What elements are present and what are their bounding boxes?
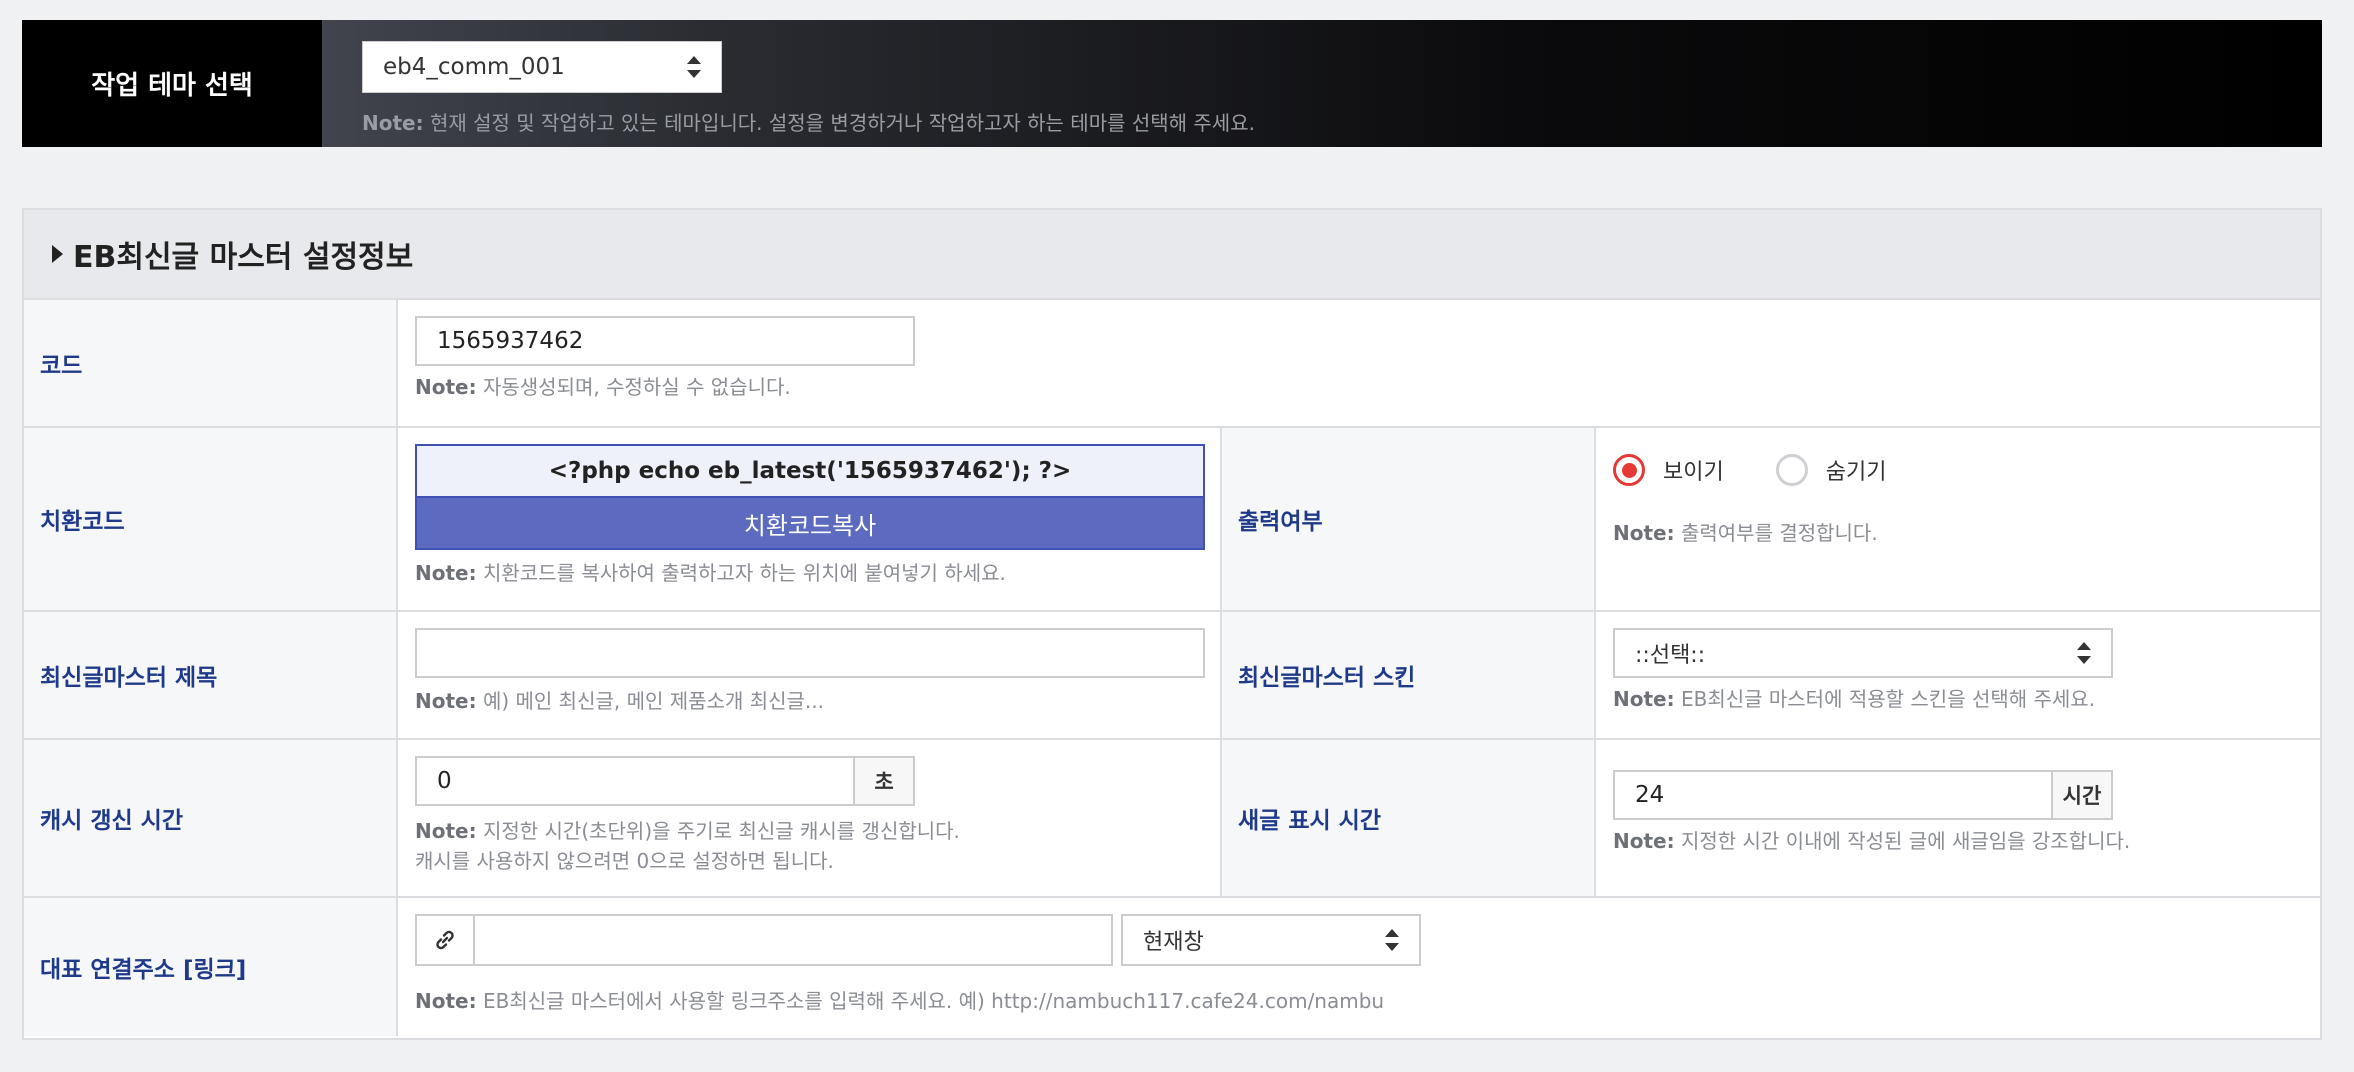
settings-panel: EB최신글 마스터 설정정보 코드 1565937462 Note: 자동생성되… xyxy=(22,208,2322,1040)
note-prefix: Note: xyxy=(1613,521,1675,545)
note-prefix: Note: xyxy=(1613,687,1675,711)
replace-code-box: <?php echo eb_latest('1565937462'); ?> 치… xyxy=(415,444,1205,550)
panel-header: EB최신글 마스터 설정정보 xyxy=(24,210,2320,300)
output-label: 출력여부 xyxy=(1222,428,1596,610)
link-input-group: 현재창 xyxy=(415,914,2304,966)
theme-select[interactable]: eb4_comm_001 xyxy=(362,41,722,93)
link-icon-svg xyxy=(436,930,454,950)
cache-input-group: 0 초 xyxy=(415,756,1204,806)
new-time-note: Note: 지정한 시간 이내에 작성된 글에 새글임을 강조합니다. xyxy=(1613,826,2304,856)
output-note: Note: 출력여부를 결정합니다. xyxy=(1613,518,2304,548)
link-label: 대표 연결주소 [링크] xyxy=(24,898,398,1036)
new-time-cell: 24 시간 Note: 지정한 시간 이내에 작성된 글에 새글임을 강조합니다… xyxy=(1596,740,2320,896)
row-link: 대표 연결주소 [링크] 현재창 Note: EB최신글 마스터에서 사용할 링… xyxy=(24,898,2320,1036)
output-radio-group: 보이기 숨기기 xyxy=(1613,444,2304,496)
radio-show-button[interactable] xyxy=(1613,454,1645,486)
radio-hide[interactable]: 숨기기 xyxy=(1775,454,1887,486)
theme-note: Note: 현재 설정 및 작업하고 있는 테마입니다. 설정을 변경하거나 작… xyxy=(362,107,2322,136)
skin-cell: ::선택:: Note: EB최신글 마스터에 적용할 스킨을 선택해 주세요. xyxy=(1596,612,2320,738)
replace-note: Note: 치환코드를 복사하여 출력하고자 하는 위치에 붙여넣기 하세요. xyxy=(415,558,1204,588)
link-cell: 현재창 Note: EB최신글 마스터에서 사용할 링크주소를 입력해 주세요.… xyxy=(398,898,2320,1036)
skin-label: 최신글마스터 스킨 xyxy=(1222,612,1596,738)
skin-note-text: EB최신글 마스터에 적용할 스킨을 선택해 주세요. xyxy=(1674,687,2096,711)
theme-body: eb4_comm_001 Note: 현재 설정 및 작업하고 있는 테마입니다… xyxy=(322,20,2322,147)
new-time-input-value: 24 xyxy=(1635,782,1665,808)
updown-arrows-icon xyxy=(2077,642,2091,664)
link-icon[interactable] xyxy=(415,914,475,966)
title-label: 최신글마스터 제목 xyxy=(24,612,398,738)
link-note: Note: EB최신글 마스터에서 사용할 링크주소를 입력해 주세요. 예) … xyxy=(415,986,2304,1016)
radio-hide-button[interactable] xyxy=(1775,454,1808,486)
cache-unit: 초 xyxy=(855,756,915,806)
cache-note: Note: 지정한 시간(초단위)을 주기로 최신글 캐시를 갱신합니다. 캐시… xyxy=(415,816,1204,876)
link-target-value: 현재창 xyxy=(1143,930,1204,955)
note-prefix: Note: xyxy=(1613,829,1675,853)
caret-right-icon xyxy=(52,245,63,263)
row-cache-new: 캐시 갱신 시간 0 초 Note: 지정한 시간(초단위)을 주기로 최신글 … xyxy=(24,740,2320,898)
replace-code-text[interactable]: <?php echo eb_latest('1565937462'); ?> xyxy=(417,446,1203,498)
note-prefix: Note: xyxy=(415,689,477,713)
new-time-unit: 시간 xyxy=(2053,770,2113,820)
code-label: 코드 xyxy=(24,300,398,426)
output-cell: 보이기 숨기기 Note: 출력여부를 결정합니다. xyxy=(1596,428,2320,610)
cache-label: 캐시 갱신 시간 xyxy=(24,740,398,896)
cache-input[interactable]: 0 xyxy=(415,756,855,806)
output-note-text: 출력여부를 결정합니다. xyxy=(1674,521,1878,545)
skin-select-value: ::선택:: xyxy=(1635,643,1706,668)
panel-title: EB최신글 마스터 설정정보 xyxy=(73,240,414,275)
cache-note-line2: 캐시를 사용하지 않으려면 0으로 설정하면 됩니다. xyxy=(415,849,834,873)
cache-note-line1: 지정한 시간(초단위)을 주기로 최신글 캐시를 갱신합니다. xyxy=(476,819,960,843)
link-input[interactable] xyxy=(475,914,1113,966)
theme-note-text: 현재 설정 및 작업하고 있는 테마입니다. 설정을 변경하거나 작업하고자 하… xyxy=(423,111,1255,135)
note-prefix: Note: xyxy=(415,989,477,1013)
link-note-text: EB최신글 마스터에서 사용할 링크주소를 입력해 주세요. 예) http:/… xyxy=(476,989,1385,1013)
skin-select[interactable]: ::선택:: xyxy=(1613,628,2113,678)
new-time-label: 새글 표시 시간 xyxy=(1222,740,1596,896)
code-note-text: 자동생성되며, 수정하실 수 없습니다. xyxy=(476,375,791,399)
note-prefix: Note: xyxy=(415,819,477,843)
replace-label: 치환코드 xyxy=(24,428,398,610)
note-prefix: Note: xyxy=(415,561,477,585)
link-target-select[interactable]: 현재창 xyxy=(1121,914,1421,966)
note-prefix: Note: xyxy=(362,111,424,135)
code-input[interactable]: 1565937462 xyxy=(415,316,915,366)
note-prefix: Note: xyxy=(415,375,477,399)
updown-arrows-icon xyxy=(1385,929,1399,951)
updown-arrows-icon xyxy=(687,56,701,78)
skin-note: Note: EB최신글 마스터에 적용할 스킨을 선택해 주세요. xyxy=(1613,684,2304,714)
code-note: Note: 자동생성되며, 수정하실 수 없습니다. xyxy=(415,372,2304,402)
radio-hide-label: 숨기기 xyxy=(1825,460,1887,485)
cache-cell: 0 초 Note: 지정한 시간(초단위)을 주기로 최신글 캐시를 갱신합니다… xyxy=(398,740,1222,896)
new-time-note-text: 지정한 시간 이내에 작성된 글에 새글임을 강조합니다. xyxy=(1674,829,2131,853)
code-cell: 1565937462 Note: 자동생성되며, 수정하실 수 없습니다. xyxy=(398,300,2320,426)
title-cell: Note: 예) 메인 최신글, 메인 제품소개 최신글... xyxy=(398,612,1222,738)
cache-input-value: 0 xyxy=(437,768,452,794)
title-note-text: 예) 메인 최신글, 메인 제품소개 최신글... xyxy=(476,689,824,713)
copy-code-button[interactable]: 치환코드복사 xyxy=(417,498,1203,548)
row-title-skin: 최신글마스터 제목 Note: 예) 메인 최신글, 메인 제품소개 최신글..… xyxy=(24,612,2320,740)
replace-cell: <?php echo eb_latest('1565937462'); ?> 치… xyxy=(398,428,1222,610)
theme-bar: 작업 테마 선택 eb4_comm_001 Note: 현재 설정 및 작업하고… xyxy=(22,20,2322,147)
new-time-input-group: 24 시간 xyxy=(1613,770,2304,820)
row-replace-output: 치환코드 <?php echo eb_latest('1565937462');… xyxy=(24,428,2320,612)
row-code: 코드 1565937462 Note: 자동생성되며, 수정하실 수 없습니다. xyxy=(24,300,2320,428)
new-time-input[interactable]: 24 xyxy=(1613,770,2053,820)
radio-show-label: 보이기 xyxy=(1663,460,1724,485)
code-input-value: 1565937462 xyxy=(437,328,584,354)
theme-label: 작업 테마 선택 xyxy=(22,20,322,147)
radio-show[interactable]: 보이기 xyxy=(1613,454,1724,486)
title-note: Note: 예) 메인 최신글, 메인 제품소개 최신글... xyxy=(415,686,1204,716)
theme-select-value: eb4_comm_001 xyxy=(383,54,565,80)
replace-note-text: 치환코드를 복사하여 출력하고자 하는 위치에 붙여넣기 하세요. xyxy=(476,561,1006,585)
title-input[interactable] xyxy=(415,628,1205,678)
